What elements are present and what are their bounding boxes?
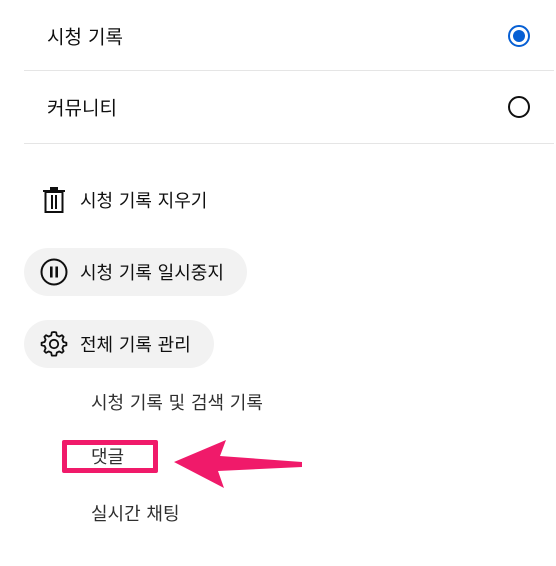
arrow-left-icon — [174, 440, 302, 488]
option-community-label: 커뮤니티 — [47, 97, 117, 120]
option-watch-history[interactable]: 시청 기록 — [24, 0, 554, 72]
annotation-highlight-box — [62, 440, 158, 473]
pause-history-button[interactable]: 시청 기록 일시중지 — [24, 248, 247, 296]
clear-history-label: 시청 기록 지우기 — [80, 191, 208, 212]
clear-history-button[interactable]: 시청 기록 지우기 — [24, 176, 230, 224]
gear-icon — [40, 330, 68, 358]
divider — [24, 143, 554, 144]
link-watch-and-search-history[interactable]: 시청 기록 및 검색 기록 — [91, 389, 263, 415]
manage-history-label: 전체 기록 관리 — [80, 335, 191, 356]
link-live-chat[interactable]: 실시간 채팅 — [91, 500, 180, 526]
radio-button-selected[interactable] — [508, 25, 530, 47]
option-community[interactable]: 커뮤니티 — [24, 71, 554, 143]
radio-button[interactable] — [508, 96, 530, 118]
option-watch-history-label: 시청 기록 — [47, 26, 123, 49]
manage-history-button[interactable]: 전체 기록 관리 — [24, 320, 214, 368]
trash-icon — [40, 186, 68, 214]
history-settings-panel: 시청 기록 커뮤니티 시청 기록 지우기 시청 기록 일시중지 전체 기록 관리… — [0, 0, 556, 566]
pause-circle-icon — [40, 258, 68, 286]
pause-history-label: 시청 기록 일시중지 — [80, 263, 224, 284]
